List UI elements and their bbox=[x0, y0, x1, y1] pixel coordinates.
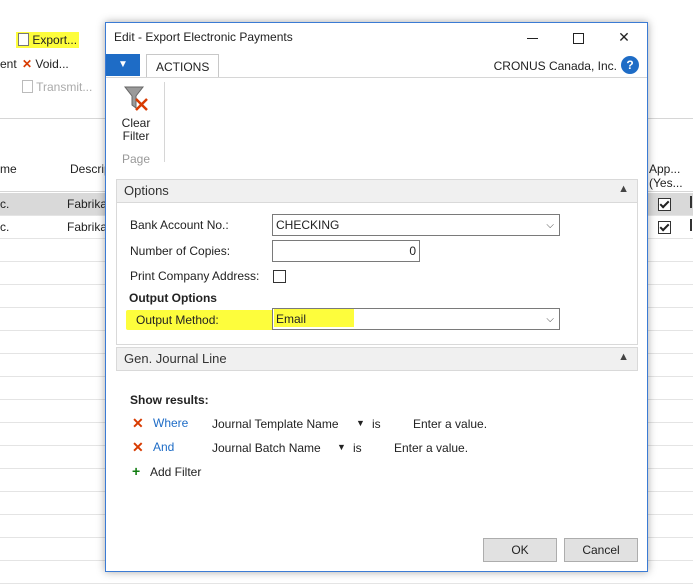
clear-filter-label: Clear Filter bbox=[121, 116, 151, 143]
show-results-label: Show results: bbox=[130, 393, 209, 407]
filter-field[interactable]: Journal Template Name bbox=[212, 417, 339, 431]
column-header-approved[interactable]: App... bbox=[649, 162, 680, 176]
add-filter-link[interactable]: Add Filter bbox=[150, 465, 201, 479]
chevron-up-icon: ▲ bbox=[618, 183, 629, 195]
row-cell-name: c. bbox=[0, 220, 10, 234]
print-address-checkbox[interactable] bbox=[273, 270, 286, 283]
options-header: Options bbox=[124, 183, 169, 198]
copies-value: 0 bbox=[409, 244, 416, 258]
row-cell-description: Fabrika bbox=[67, 197, 108, 211]
chevron-down-icon[interactable]: ⌵ bbox=[546, 310, 554, 330]
filter-operator: is bbox=[353, 441, 362, 455]
filter-value[interactable]: Enter a value. bbox=[413, 417, 487, 431]
company-name: CRONUS Canada, Inc. bbox=[493, 59, 617, 73]
chevron-down-icon: ▼ bbox=[118, 59, 128, 70]
gen-journal-fasttab-header[interactable]: Gen. Journal Line ▲ bbox=[116, 347, 638, 371]
maximize-icon bbox=[572, 32, 584, 44]
close-icon: ✕ bbox=[618, 29, 630, 45]
dropdown-arrow-icon[interactable]: ▼ bbox=[356, 418, 365, 428]
approved-checkbox[interactable] bbox=[658, 221, 671, 234]
output-method-label: Output Method: bbox=[136, 313, 219, 327]
output-options-label: Output Options bbox=[129, 291, 217, 305]
options-fasttab-header[interactable]: Options ▲ bbox=[116, 179, 638, 203]
dropdown-arrow-icon[interactable]: ▼ bbox=[337, 442, 346, 452]
export-label: Export... bbox=[32, 33, 78, 47]
column-header-approved-sub: (Yes... bbox=[649, 176, 683, 190]
close-button[interactable]: ✕ bbox=[601, 23, 647, 51]
help-icon[interactable]: ? bbox=[621, 56, 639, 74]
row-marker bbox=[690, 219, 692, 231]
row-cell-description: Fabrika bbox=[67, 220, 108, 234]
void-action[interactable]: ✕ Void... bbox=[22, 57, 69, 71]
clear-filter-icon bbox=[123, 86, 148, 111]
tab-actions[interactable]: ACTIONS bbox=[146, 54, 220, 77]
remove-filter-icon[interactable]: ✕ bbox=[132, 415, 144, 432]
bank-account-label: Bank Account No.: bbox=[130, 218, 229, 232]
document-icon bbox=[18, 33, 29, 46]
dialog-menu-button[interactable]: ▼ bbox=[106, 54, 140, 76]
ribbon-cut-label: ent bbox=[0, 57, 17, 71]
transmit-action: Transmit... bbox=[22, 80, 92, 94]
minimize-button[interactable] bbox=[509, 23, 555, 51]
print-address-label: Print Company Address: bbox=[130, 269, 260, 283]
bank-account-value: CHECKING bbox=[276, 218, 340, 232]
remove-filter-icon[interactable]: ✕ bbox=[132, 439, 144, 456]
dialog-title: Edit - Export Electronic Payments bbox=[114, 30, 293, 44]
filter-value[interactable]: Enter a value. bbox=[394, 441, 468, 455]
output-method-field[interactable]: Email ⌵ bbox=[272, 308, 560, 330]
copies-label: Number of Copies: bbox=[130, 244, 231, 258]
ribbon-group-page: Page bbox=[122, 152, 151, 166]
void-icon: ✕ bbox=[22, 57, 33, 71]
copies-field[interactable]: 0 bbox=[272, 240, 420, 262]
bank-account-field[interactable]: CHECKING ⌵ bbox=[272, 214, 560, 236]
row-marker bbox=[690, 196, 692, 208]
filter-conjunction: Where bbox=[153, 416, 189, 430]
chevron-down-icon[interactable]: ⌵ bbox=[546, 216, 554, 236]
maximize-button[interactable] bbox=[555, 23, 601, 51]
dialog-ribbon: Clear Filter Page bbox=[106, 77, 647, 168]
cancel-button[interactable]: Cancel bbox=[564, 538, 638, 562]
gen-journal-header: Gen. Journal Line bbox=[124, 351, 227, 366]
column-header-name[interactable]: me bbox=[0, 162, 17, 176]
transmit-label: Transmit... bbox=[36, 80, 93, 94]
add-filter-icon[interactable]: + bbox=[132, 463, 140, 479]
row-cell-name: c. bbox=[0, 197, 10, 211]
filter-conjunction: And bbox=[153, 440, 175, 454]
chevron-up-icon: ▲ bbox=[618, 351, 629, 363]
ribbon-divider bbox=[164, 82, 165, 162]
filter-operator: is bbox=[372, 417, 381, 431]
transmit-icon bbox=[22, 80, 33, 93]
approved-checkbox[interactable] bbox=[658, 198, 671, 211]
export-action[interactable]: Export... bbox=[16, 32, 80, 48]
dialog-titlebar: Edit - Export Electronic Payments ✕ bbox=[106, 23, 647, 51]
minimize-icon bbox=[526, 37, 538, 39]
filter-field[interactable]: Journal Batch Name bbox=[212, 441, 321, 455]
void-label: Void... bbox=[35, 57, 69, 71]
ok-button[interactable]: OK bbox=[483, 538, 557, 562]
clear-filter-button[interactable]: Clear Filter bbox=[114, 84, 158, 143]
export-electronic-payments-dialog: Edit - Export Electronic Payments ✕ ▼ AC… bbox=[105, 22, 648, 572]
output-method-value: Email bbox=[274, 309, 354, 327]
